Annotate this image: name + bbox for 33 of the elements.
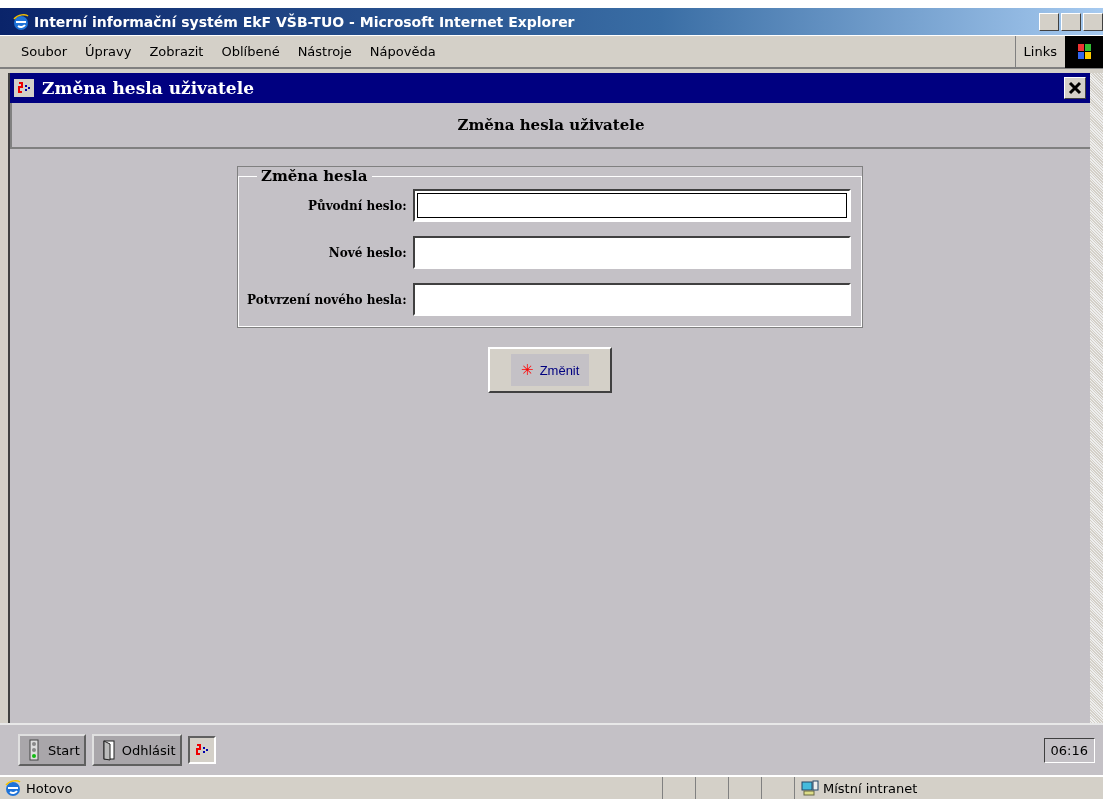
windows-logo-icon: [1065, 35, 1103, 68]
minimize-button[interactable]: [1039, 12, 1059, 31]
field-label: Původní heslo:: [306, 198, 407, 213]
field-label: Nové heslo:: [327, 245, 407, 260]
menu-item[interactable]: Nápověda: [360, 44, 445, 59]
start-button[interactable]: Start: [18, 734, 86, 766]
menu-item[interactable]: Úpravy: [76, 44, 141, 59]
password-field[interactable]: [412, 189, 851, 222]
app-window-title: Změna hesla uživatele: [42, 78, 255, 98]
group-legend: Změna hesla: [257, 167, 372, 185]
window-title: Interní informační systém EkF VŠB-TUO - Microsoft Internet Explorer: [34, 13, 576, 30]
close-button[interactable]: [1064, 77, 1086, 99]
page-heading: Změna hesla uživatele: [10, 103, 1090, 149]
zone-text: Místní intranet: [823, 780, 918, 796]
field-label: Potvrzení nového hesla:: [247, 292, 407, 307]
close-button[interactable]: [1083, 12, 1103, 31]
close-icon: [1068, 81, 1082, 95]
network-computer-icon: [801, 779, 819, 797]
menu-item[interactable]: Nástroje: [288, 44, 361, 59]
menu-item[interactable]: Soubor: [12, 44, 76, 59]
logout-button[interactable]: Odhlásit: [91, 734, 182, 766]
restore-button[interactable]: [1061, 12, 1081, 31]
app-taskbar-button[interactable]: [187, 736, 216, 764]
scrollbar[interactable]: [1090, 73, 1103, 723]
clock: 06:16: [1043, 737, 1095, 763]
status-text: Hotovo: [25, 780, 74, 796]
app-icon: [14, 79, 34, 97]
password-field[interactable]: [412, 236, 851, 269]
menu-item[interactable]: Oblíbené: [212, 44, 289, 59]
menu-item[interactable]: Zobrazit: [140, 44, 213, 59]
change-button[interactable]: ✳ Změnit: [488, 347, 612, 393]
browser-icon: [12, 12, 30, 31]
password-field[interactable]: [412, 283, 851, 316]
